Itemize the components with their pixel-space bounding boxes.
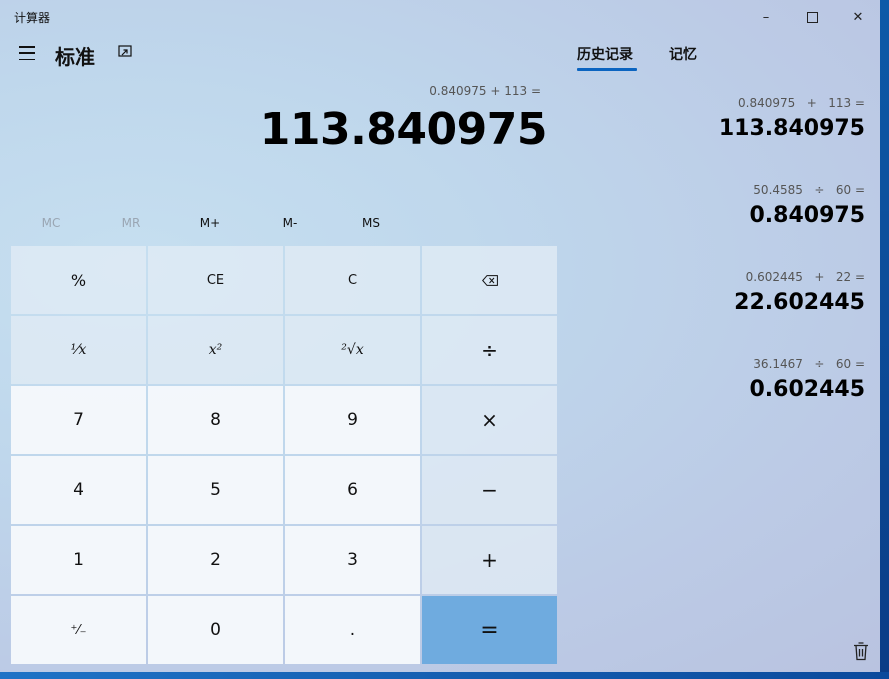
history-result: 113.840975	[718, 116, 865, 141]
digit-2-button[interactable]: 2	[148, 526, 283, 594]
keypad: % CE C ¹⁄x x² ²√x ÷ 7 8 9 × 4 5 6 − 1 2 …	[11, 246, 558, 668]
memory-clear-button[interactable]: MC	[11, 208, 91, 238]
add-button[interactable]: +	[422, 526, 557, 594]
keep-on-top-icon[interactable]	[118, 45, 132, 59]
history-expression: 50.4585 ÷ 60 =	[753, 183, 865, 197]
divide-button[interactable]: ÷	[422, 316, 557, 384]
hamburger-menu-icon[interactable]	[19, 46, 35, 60]
desktop-background	[0, 672, 889, 679]
digit-7-button[interactable]: 7	[11, 386, 146, 454]
equals-button[interactable]: =	[422, 596, 557, 664]
maximize-icon	[806, 11, 818, 23]
reciprocal-button[interactable]: ¹⁄x	[11, 316, 146, 384]
digit-0-button[interactable]: 0	[148, 596, 283, 664]
active-tab-indicator	[577, 68, 637, 71]
tab-history[interactable]: 历史记录	[577, 44, 633, 64]
tab-memory[interactable]: 记忆	[669, 44, 697, 64]
mode-title: 标准	[55, 45, 95, 69]
backspace-button[interactable]	[422, 246, 557, 314]
result-display: 113.840975	[259, 104, 548, 155]
square-button[interactable]: x²	[148, 316, 283, 384]
square-root-button[interactable]: ²√x	[285, 316, 420, 384]
app-title: 计算器	[14, 11, 51, 25]
history-result: 22.602445	[734, 290, 865, 315]
memory-store-button[interactable]: MS	[331, 208, 411, 238]
history-expression: 0.602445 + 22 =	[745, 270, 865, 284]
title-bar[interactable]: 计算器 – ✕	[0, 0, 880, 34]
history-expression: 36.1467 ÷ 60 =	[753, 357, 865, 371]
history-expression: 0.840975 + 113 =	[738, 96, 865, 110]
desktop-background	[880, 0, 889, 679]
clear-entry-button[interactable]: CE	[148, 246, 283, 314]
maximize-button[interactable]	[789, 0, 835, 34]
digit-5-button[interactable]: 5	[148, 456, 283, 524]
reciprocal-label: ¹⁄x	[70, 342, 87, 358]
negate-button[interactable]: ⁺⁄₋	[11, 596, 146, 664]
history-item[interactable]: 36.1467 ÷ 60 = 0.602445	[749, 357, 865, 402]
clear-button[interactable]: C	[285, 246, 420, 314]
memory-recall-button[interactable]: MR	[91, 208, 171, 238]
history-result: 0.840975	[749, 203, 865, 228]
digit-4-button[interactable]: 4	[11, 456, 146, 524]
memory-subtract-button[interactable]: M-	[250, 208, 330, 238]
subtract-button[interactable]: −	[422, 456, 557, 524]
square-label: x²	[208, 342, 223, 358]
expression-display: 0.840975 + 113 =	[429, 84, 541, 98]
percent-button[interactable]: %	[11, 246, 146, 314]
history-item[interactable]: 0.840975 + 113 = 113.840975	[719, 96, 865, 141]
history-item[interactable]: 0.602445 + 22 = 22.602445	[734, 270, 865, 315]
history-result: 0.602445	[749, 377, 865, 402]
close-button[interactable]: ✕	[835, 0, 880, 34]
clear-entry-label: CE	[206, 272, 225, 288]
minimize-icon: –	[762, 9, 770, 25]
history-item[interactable]: 50.4585 ÷ 60 = 0.840975	[749, 183, 865, 228]
digit-8-button[interactable]: 8	[148, 386, 283, 454]
digit-3-button[interactable]: 3	[285, 526, 420, 594]
minimize-button[interactable]: –	[743, 0, 789, 34]
negate-label: ⁺⁄₋	[70, 622, 87, 638]
memory-add-button[interactable]: M+	[170, 208, 250, 238]
backspace-icon	[481, 274, 498, 286]
digit-6-button[interactable]: 6	[285, 456, 420, 524]
digit-1-button[interactable]: 1	[11, 526, 146, 594]
trash-icon[interactable]	[852, 641, 870, 661]
digit-9-button[interactable]: 9	[285, 386, 420, 454]
close-icon: ✕	[852, 9, 864, 25]
calculator-window: 计算器 – ✕ 标准 0.840975 + 113 = 113.840975 M…	[0, 0, 880, 672]
multiply-button[interactable]: ×	[422, 386, 557, 454]
square-root-label: ²√x	[341, 342, 364, 358]
clear-label: C	[347, 272, 358, 288]
decimal-button[interactable]: .	[285, 596, 420, 664]
